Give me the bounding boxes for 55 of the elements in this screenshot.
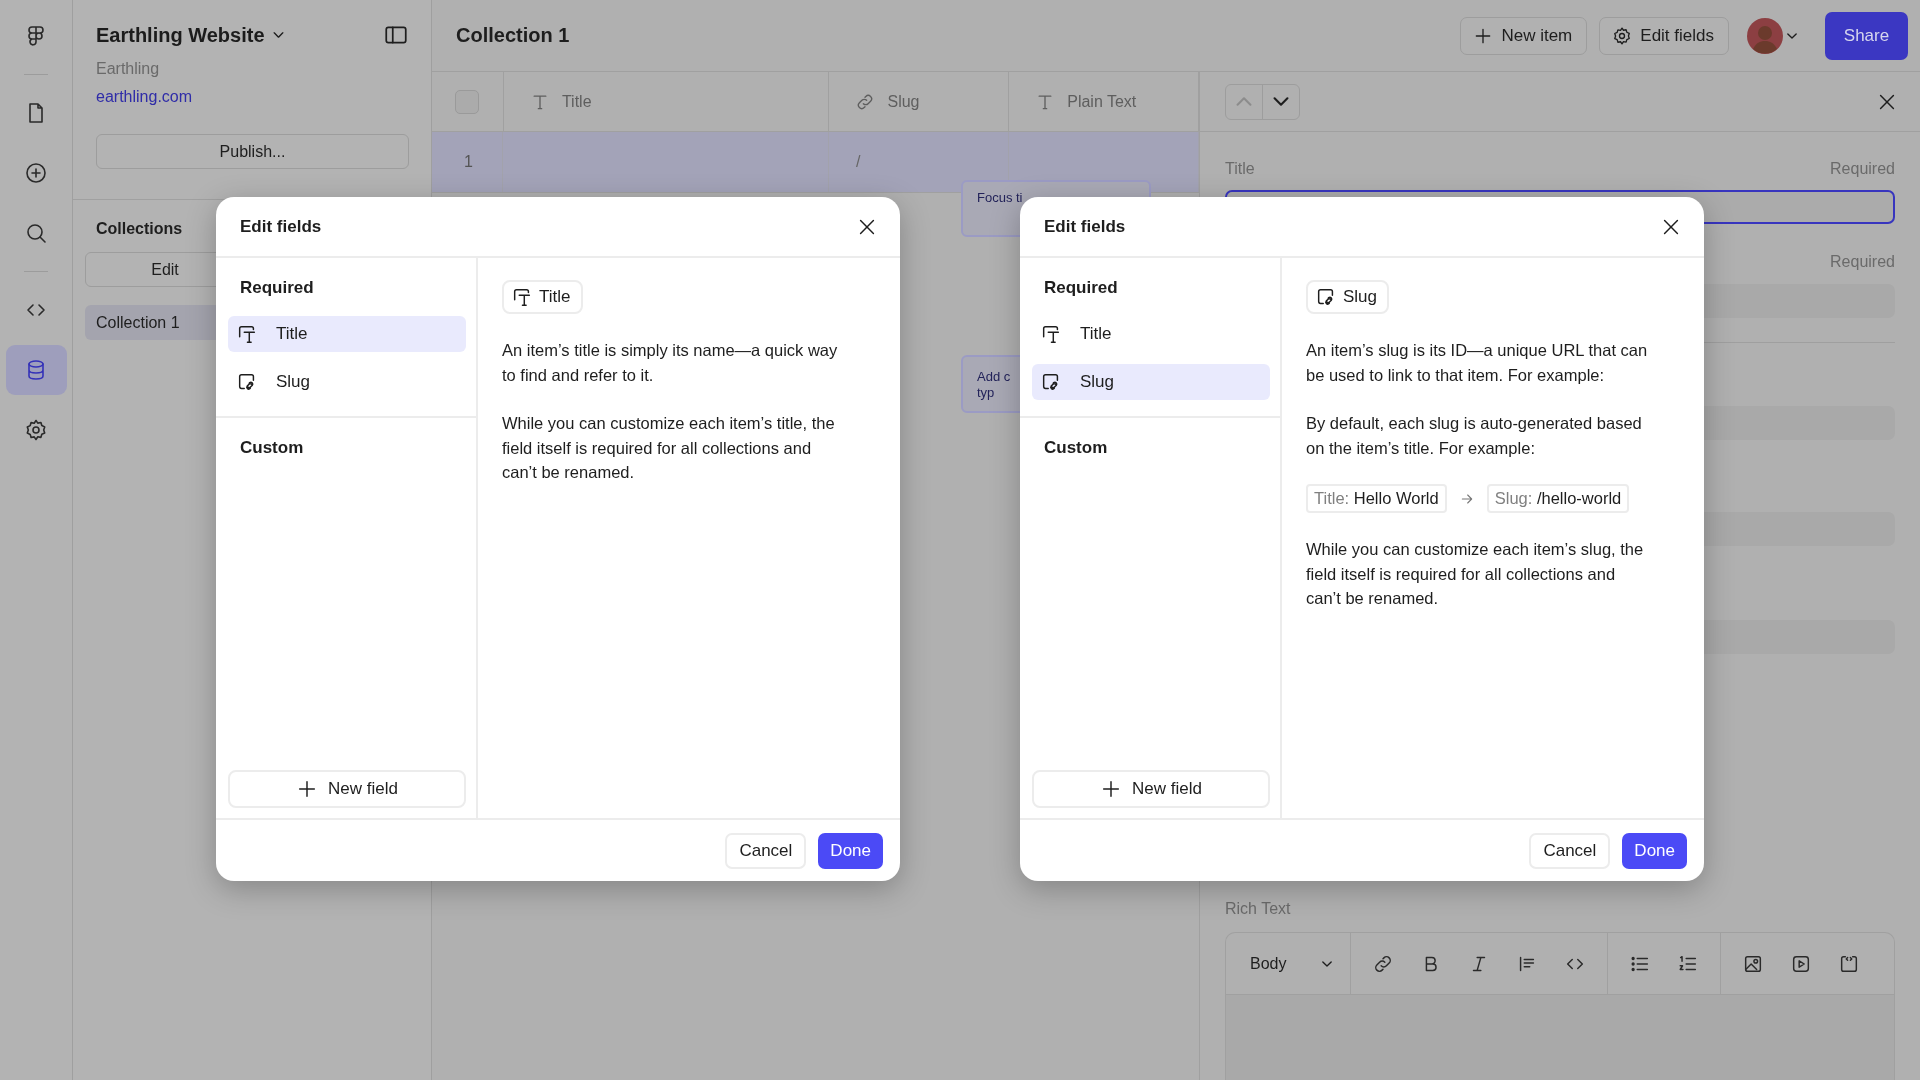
rich-text-editor[interactable]: Body (1225, 932, 1895, 1080)
description-text: While you can customize each item’s title, the field itself is required for all collections and can’t be renamed. (502, 413, 836, 483)
description-text: An item’s title is simply its name—a quick way to find and refer to it. (502, 340, 839, 386)
required-label: Required (1830, 160, 1895, 178)
share-button[interactable]: Share (1825, 11, 1908, 60)
chevron-up-icon (1236, 97, 1252, 106)
chevron-down-icon (1273, 97, 1289, 106)
avatar-icon[interactable] (1747, 17, 1783, 54)
project-switcher[interactable]: Earthling Website (96, 23, 284, 47)
description-text: An item’s slug is its ID—a unique URL that can be used to link to that item. For example: (1306, 340, 1649, 386)
field-item[interactable]: Slug (1032, 364, 1270, 400)
field-item[interactable]: Title (228, 316, 466, 352)
text-field-icon (511, 286, 533, 308)
field-type-chip: Slug (1306, 280, 1390, 314)
done-button[interactable]: Done (818, 832, 883, 869)
section-heading: Required (1043, 278, 1119, 298)
settings-icon (24, 418, 48, 442)
example-title-tag: Title: Hello World (1306, 484, 1447, 513)
text-field-icon (236, 323, 258, 345)
row-number: 1 (464, 153, 473, 171)
section-heading: Custom (239, 438, 305, 458)
field-item[interactable]: Slug (228, 364, 466, 400)
chevron-down-icon (1322, 960, 1333, 967)
description-text: While you can customize each item’s slug, the field itself is required for all collections and can’t be renamed. (1306, 539, 1645, 609)
domain-link[interactable]: earthling.com (96, 88, 409, 106)
chevron-down-icon[interactable] (1787, 32, 1797, 39)
field-label: Title (1225, 160, 1255, 178)
dialog-title: Edit fields (1044, 216, 1126, 237)
collections-heading: Collections (95, 220, 183, 238)
description-text: By default, each slug is auto-generated based on the item’s title. For example: (1306, 413, 1643, 459)
team-name: Earthling (96, 60, 161, 78)
required-label: Required (1830, 253, 1895, 271)
plus-circle-icon (24, 161, 48, 185)
field-item[interactable]: Title (1032, 316, 1270, 352)
chevron-down-icon (272, 32, 284, 38)
edit-fields-button[interactable]: Edit fields (1599, 16, 1729, 55)
text-field-icon (1040, 323, 1062, 345)
publish-button[interactable]: Publish... (96, 134, 409, 169)
field-label: Rich Text (1225, 900, 1291, 918)
cancel-button[interactable]: Cancel (725, 832, 807, 869)
dialog-title: Edit fields (240, 216, 322, 237)
page-title: Collection 1 (456, 24, 571, 47)
search-icon (24, 221, 48, 245)
section-heading: Custom (1043, 438, 1109, 458)
settings-icon (1612, 25, 1633, 46)
rail-button[interactable] (5, 345, 67, 395)
format-select[interactable]: Body (1226, 933, 1352, 994)
slug-cell: / (856, 153, 861, 171)
done-button[interactable]: Done (1622, 832, 1687, 869)
new-field-button[interactable]: New field (1032, 770, 1270, 808)
field-type-chip: Title (502, 280, 583, 314)
new-field-button[interactable]: New field (228, 770, 466, 808)
example-slug-tag: Slug: /hello-world (1486, 484, 1630, 513)
new-item-button[interactable]: New item (1460, 16, 1588, 55)
cancel-button[interactable]: Cancel (1529, 832, 1611, 869)
